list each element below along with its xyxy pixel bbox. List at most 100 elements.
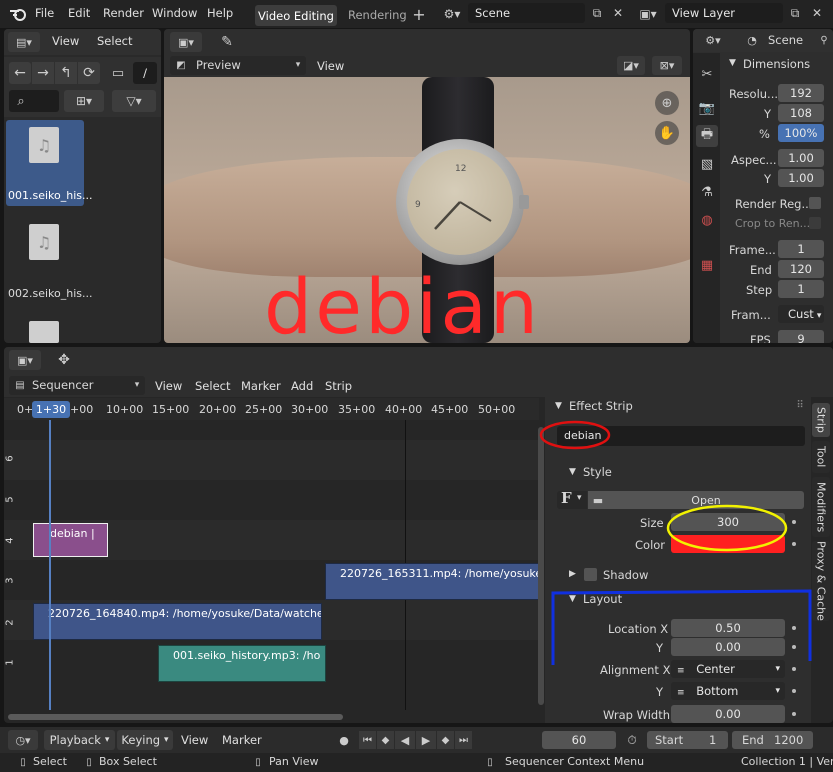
- dimensions-section-title[interactable]: Dimensions: [743, 57, 810, 71]
- frame-start-field[interactable]: 1: [778, 240, 824, 258]
- frame-step-field[interactable]: 1: [778, 280, 824, 298]
- play-icon[interactable]: ▶: [416, 731, 436, 749]
- file-menu-select[interactable]: Select: [97, 34, 132, 48]
- preview-menu-view[interactable]: View: [317, 59, 344, 73]
- annotation-overlay: [539, 420, 812, 665]
- scene-tab-icon[interactable]: ⚗: [696, 181, 718, 203]
- status-info: Collection 1 | Verts: [741, 755, 833, 768]
- mouse-left-icon: ▯: [20, 756, 26, 768]
- scene-field[interactable]: Scene: [468, 3, 585, 23]
- frame-step-label: Step: [746, 283, 773, 297]
- zoom-icon[interactable]: ⊕: [655, 91, 679, 115]
- chevron-down-icon: ▾: [816, 311, 822, 321]
- pct-field[interactable]: 100%: [778, 124, 824, 142]
- end-label: End: [742, 733, 764, 747]
- view-layer-field[interactable]: View Layer: [665, 3, 783, 23]
- close-view-layer-icon[interactable]: ✕: [808, 4, 826, 22]
- view-layer-tab-icon[interactable]: ▧: [696, 153, 718, 175]
- menu-file[interactable]: File: [35, 6, 54, 20]
- start-frame-field[interactable]: Start 1: [647, 731, 728, 749]
- svg-text:9: 9: [415, 200, 421, 210]
- start-value: 1: [709, 733, 717, 747]
- start-label: Start: [655, 733, 684, 747]
- menu-help[interactable]: Help: [207, 6, 233, 20]
- keying-menu[interactable]: Keying ▾: [117, 730, 173, 750]
- file-menu-view[interactable]: View: [52, 34, 79, 48]
- menu-render[interactable]: Render: [103, 6, 144, 20]
- path-field[interactable]: /: [133, 62, 157, 84]
- menu-edit[interactable]: Edit: [68, 6, 90, 20]
- forward-icon[interactable]: →: [32, 62, 54, 84]
- fps-value-label: FPS: [750, 333, 771, 343]
- playback-menu-label: Playback: [49, 733, 101, 747]
- scene-icon[interactable]: ⚙▾: [438, 4, 466, 24]
- stopwatch-icon[interactable]: ⏱: [622, 730, 642, 750]
- eyedropper-icon[interactable]: ✎: [217, 32, 237, 52]
- crop-checkbox[interactable]: [809, 217, 821, 229]
- jump-start-icon[interactable]: ⏮: [359, 731, 376, 749]
- record-icon[interactable]: ●: [334, 730, 354, 750]
- back-icon[interactable]: ←: [9, 62, 31, 84]
- file-item-label: 001.seiko_his...: [8, 189, 93, 202]
- editor-type-icon[interactable]: ⚙▾: [699, 31, 727, 50]
- expand-icon[interactable]: ▼: [729, 58, 736, 68]
- pin-icon[interactable]: ⚲: [817, 31, 831, 50]
- display-mode-icon[interactable]: ⊞▾: [64, 90, 104, 112]
- fps-preset-label: Fram...: [731, 308, 771, 322]
- parent-dir-icon[interactable]: ↰: [55, 62, 77, 84]
- render-region-checkbox[interactable]: [809, 197, 821, 209]
- timeline-editor-icon[interactable]: ◷▾: [8, 730, 38, 750]
- texture-tab-icon[interactable]: ▦: [696, 254, 718, 276]
- timeline-menu-view[interactable]: View: [181, 733, 208, 747]
- copy-view-layer-icon[interactable]: ⧉: [786, 4, 804, 22]
- display-channels-icon[interactable]: ◪▾: [617, 56, 645, 75]
- gizmo-icon[interactable]: ⊠▾: [652, 56, 682, 75]
- preview-mode-select[interactable]: ◩ Preview ▾: [170, 56, 306, 75]
- audio-file-icon[interactable]: [29, 321, 59, 343]
- play-reverse-icon[interactable]: ◀: [395, 731, 415, 749]
- status-box-select: Box Select: [99, 755, 157, 768]
- editor-type-icon[interactable]: ▣▾: [170, 32, 202, 52]
- add-workspace-icon[interactable]: +: [410, 4, 428, 24]
- fps-preset-select[interactable]: Cust ▾: [778, 305, 824, 323]
- audio-file-icon[interactable]: ♫: [29, 224, 59, 260]
- hand-pan-icon[interactable]: ✋: [655, 121, 679, 145]
- timeline-menu-marker[interactable]: Marker: [222, 733, 262, 747]
- tool-tab-icon[interactable]: ✂: [696, 63, 718, 85]
- aspect-y-field[interactable]: 1.00: [778, 169, 824, 187]
- aspect-y-label: Y: [764, 172, 772, 186]
- menu-window[interactable]: Window: [152, 6, 197, 20]
- aspect-x-field[interactable]: 1.00: [778, 149, 824, 167]
- render-tab-icon[interactable]: 📷: [696, 97, 718, 119]
- properties-panel: ⚙▾ ◔ Scene ⚲ ✂ 📷 🖶 ▧ ⚗ ◍ ▦ ▼ Dimensions …: [693, 29, 833, 343]
- filter-icon[interactable]: ▽▾: [112, 90, 156, 112]
- fps-value-field[interactable]: 9: [778, 330, 824, 343]
- jump-end-icon[interactable]: ⏭: [455, 731, 472, 749]
- refresh-icon[interactable]: ⟳: [78, 62, 100, 84]
- next-keyframe-icon[interactable]: ◆: [437, 731, 454, 749]
- new-folder-icon[interactable]: ▭: [107, 62, 129, 84]
- copy-scene-icon[interactable]: ⧉: [588, 4, 606, 22]
- chevron-down-icon: ▾: [164, 735, 169, 745]
- res-x-field[interactable]: 192: [778, 84, 824, 102]
- playback-menu[interactable]: Playback ▾: [44, 730, 115, 750]
- tab-rendering[interactable]: Rendering: [348, 8, 407, 22]
- res-y-field[interactable]: 108: [778, 104, 824, 122]
- editor-type-icon[interactable]: ▤▾: [8, 32, 40, 52]
- frame-end-field[interactable]: 120: [778, 260, 824, 278]
- view-layer-icon[interactable]: ▣▾: [634, 4, 662, 24]
- end-frame-field[interactable]: End 1200: [732, 731, 813, 749]
- prev-keyframe-icon[interactable]: ◆: [377, 731, 394, 749]
- status-select: Select: [33, 755, 67, 768]
- world-tab-icon[interactable]: ◍: [696, 209, 718, 231]
- close-scene-icon[interactable]: ✕: [609, 4, 627, 22]
- preview-panel: ▣▾ ✎ ◩ Preview ▾ View ◪▾ ⊠▾ 12 9 debian …: [164, 29, 690, 343]
- tab-video-editing[interactable]: Video Editing: [255, 5, 337, 26]
- frame-end-label: End: [750, 263, 772, 277]
- current-frame-field[interactable]: 60: [542, 731, 616, 749]
- output-tab-icon[interactable]: 🖶: [696, 125, 718, 147]
- svg-text:12: 12: [455, 164, 466, 174]
- res-y-label: Y: [764, 107, 772, 121]
- file-item-label[interactable]: 002.seiko_his...: [8, 287, 93, 300]
- blender-logo-icon[interactable]: [8, 4, 28, 24]
